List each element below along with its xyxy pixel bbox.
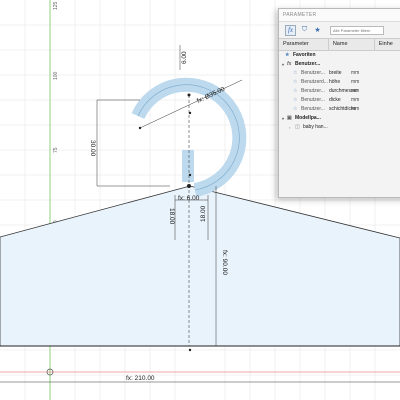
dimension-total-width[interactable]: fx: 210.00 xyxy=(126,375,155,382)
dimension-neck-left[interactable]: 18.00 xyxy=(168,208,175,225)
chevron-down-icon[interactable]: ▾ xyxy=(282,114,284,123)
dialog-toolbar: fx ⛉ ★ xyxy=(279,22,400,38)
dimension-hook-tip[interactable]: 6.00 xyxy=(181,51,188,64)
model-icon: ▣ xyxy=(287,115,292,121)
parameter-row[interactable]: ☆ Benutzer... dicke mm xyxy=(279,96,400,105)
parameter-dialog[interactable]: PARAMETER fx ⛉ ★ Parameter Name Einhe ★ … xyxy=(278,8,400,198)
star-outline-icon[interactable]: ☆ xyxy=(293,78,297,87)
hook-profile[interactable] xyxy=(131,77,247,197)
favorite-star-icon[interactable]: ★ xyxy=(313,26,322,35)
dimension-body-height[interactable]: fx: 90.00 xyxy=(221,250,228,275)
star-outline-icon[interactable]: ☆ xyxy=(293,87,297,96)
star-icon: ★ xyxy=(285,52,290,58)
star-outline-icon[interactable]: ☆ xyxy=(293,105,297,114)
ruler-label: 100 xyxy=(53,71,59,80)
favorites-group[interactable]: ★ Favoriten xyxy=(279,51,400,60)
dimension-hook-height[interactable]: 30.00 xyxy=(89,140,96,157)
column-parameter[interactable]: Parameter xyxy=(279,39,329,50)
fx-icon: fx xyxy=(287,61,292,67)
parameter-row[interactable]: ☆ Benutzer... breite mm xyxy=(279,69,400,78)
fx-icon[interactable]: fx xyxy=(285,24,296,36)
chevron-down-icon[interactable]: ▾ xyxy=(282,60,284,69)
chevron-right-icon[interactable]: › xyxy=(289,123,290,132)
parameter-row[interactable]: ☆ Benutzer... durchmesser mm xyxy=(279,87,400,96)
body-icon: ◫ xyxy=(295,124,300,130)
parameter-row[interactable]: ☆ Benutzer... schichtdicke mm xyxy=(279,105,400,114)
dimension-neck-width[interactable]: fx: 6.00 xyxy=(178,195,200,202)
dialog-title: PARAMETER xyxy=(279,9,400,22)
table-header: Parameter Name Einhe xyxy=(279,38,400,51)
ruler-label: 75 xyxy=(53,147,59,153)
dimension-neck-right[interactable]: 18.00 xyxy=(200,205,207,222)
column-name[interactable]: Name xyxy=(329,39,375,50)
user-parameters-group[interactable]: ▾ fx Benutzer... xyxy=(279,60,400,69)
column-unit[interactable]: Einhe xyxy=(375,39,400,50)
model-subitem[interactable]: › ◫ baby han... xyxy=(279,123,400,132)
parameter-row[interactable]: ☆ Benutzerd... höhe mm xyxy=(279,78,400,87)
ruler-label: 125 xyxy=(53,1,59,10)
star-outline-icon[interactable]: ☆ xyxy=(293,96,297,105)
star-outline-icon[interactable]: ☆ xyxy=(293,69,297,78)
filter-input[interactable] xyxy=(330,25,384,35)
filter-icon[interactable]: ⛉ xyxy=(300,26,309,35)
model-parameters-group[interactable]: ▾ ▣ Modellpa... xyxy=(279,114,400,123)
